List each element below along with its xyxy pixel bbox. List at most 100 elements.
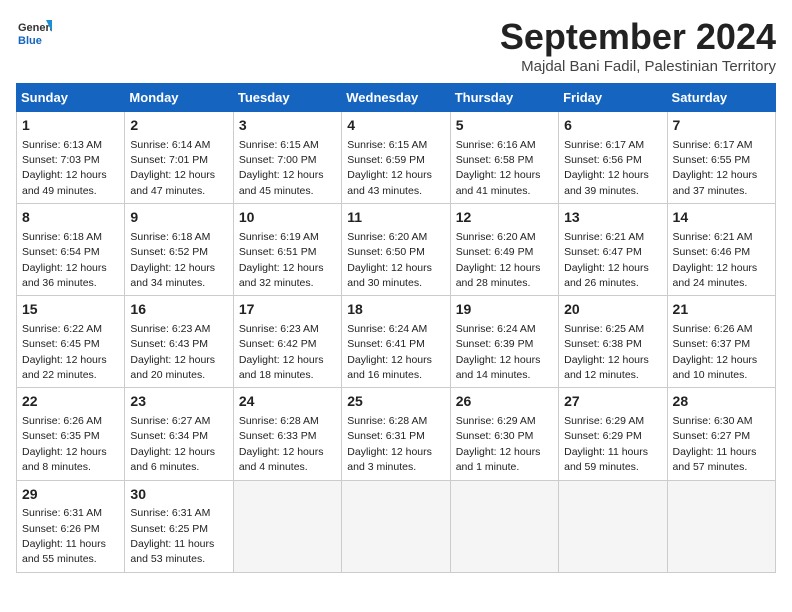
day-info: Sunrise: 6:21 AMSunset: 6:47 PMDaylight:…: [564, 231, 649, 289]
calendar-cell: [342, 480, 450, 572]
calendar-cell: 13 Sunrise: 6:21 AMSunset: 6:47 PMDaylig…: [559, 204, 667, 296]
calendar-cell: 2 Sunrise: 6:14 AMSunset: 7:01 PMDayligh…: [125, 112, 233, 204]
day-info: Sunrise: 6:24 AMSunset: 6:39 PMDaylight:…: [456, 323, 541, 381]
calendar-cell: 7 Sunrise: 6:17 AMSunset: 6:55 PMDayligh…: [667, 112, 775, 204]
day-info: Sunrise: 6:26 AMSunset: 6:35 PMDaylight:…: [22, 415, 107, 473]
logo: General Blue: [16, 16, 52, 52]
day-info: Sunrise: 6:21 AMSunset: 6:46 PMDaylight:…: [673, 231, 758, 289]
day-info: Sunrise: 6:30 AMSunset: 6:27 PMDaylight:…: [673, 415, 757, 473]
calendar-cell: 1 Sunrise: 6:13 AMSunset: 7:03 PMDayligh…: [17, 112, 125, 204]
calendar-cell: 15 Sunrise: 6:22 AMSunset: 6:45 PMDaylig…: [17, 296, 125, 388]
day-header-monday: Monday: [125, 84, 233, 112]
day-number: 2: [130, 116, 227, 136]
day-header-friday: Friday: [559, 84, 667, 112]
calendar-location: Majdal Bani Fadil, Palestinian Territory: [500, 58, 776, 75]
day-number: 25: [347, 392, 444, 412]
day-number: 10: [239, 208, 336, 228]
calendar-cell: 28 Sunrise: 6:30 AMSunset: 6:27 PMDaylig…: [667, 388, 775, 480]
day-number: 21: [673, 300, 770, 320]
calendar-cell: 19 Sunrise: 6:24 AMSunset: 6:39 PMDaylig…: [450, 296, 558, 388]
day-number: 6: [564, 116, 661, 136]
day-header-saturday: Saturday: [667, 84, 775, 112]
calendar-cell: 29 Sunrise: 6:31 AMSunset: 6:26 PMDaylig…: [17, 480, 125, 572]
day-info: Sunrise: 6:25 AMSunset: 6:38 PMDaylight:…: [564, 323, 649, 381]
calendar-cell: 6 Sunrise: 6:17 AMSunset: 6:56 PMDayligh…: [559, 112, 667, 204]
day-info: Sunrise: 6:31 AMSunset: 6:25 PMDaylight:…: [130, 507, 214, 565]
day-number: 7: [673, 116, 770, 136]
calendar-cell: 8 Sunrise: 6:18 AMSunset: 6:54 PMDayligh…: [17, 204, 125, 296]
logo-svg: General Blue: [16, 16, 52, 52]
day-info: Sunrise: 6:18 AMSunset: 6:52 PMDaylight:…: [130, 231, 215, 289]
day-info: Sunrise: 6:14 AMSunset: 7:01 PMDaylight:…: [130, 139, 215, 197]
calendar-cell: 25 Sunrise: 6:28 AMSunset: 6:31 PMDaylig…: [342, 388, 450, 480]
calendar-table: SundayMondayTuesdayWednesdayThursdayFrid…: [16, 83, 776, 573]
calendar-cell: 9 Sunrise: 6:18 AMSunset: 6:52 PMDayligh…: [125, 204, 233, 296]
calendar-cell: 18 Sunrise: 6:24 AMSunset: 6:41 PMDaylig…: [342, 296, 450, 388]
calendar-cell: 30 Sunrise: 6:31 AMSunset: 6:25 PMDaylig…: [125, 480, 233, 572]
calendar-title: September 2024: [500, 16, 776, 58]
day-info: Sunrise: 6:20 AMSunset: 6:49 PMDaylight:…: [456, 231, 541, 289]
day-info: Sunrise: 6:24 AMSunset: 6:41 PMDaylight:…: [347, 323, 432, 381]
day-number: 19: [456, 300, 553, 320]
day-number: 26: [456, 392, 553, 412]
day-number: 16: [130, 300, 227, 320]
calendar-cell: 12 Sunrise: 6:20 AMSunset: 6:49 PMDaylig…: [450, 204, 558, 296]
svg-text:Blue: Blue: [18, 35, 42, 47]
calendar-cell: 14 Sunrise: 6:21 AMSunset: 6:46 PMDaylig…: [667, 204, 775, 296]
day-info: Sunrise: 6:23 AMSunset: 6:43 PMDaylight:…: [130, 323, 215, 381]
day-info: Sunrise: 6:29 AMSunset: 6:30 PMDaylight:…: [456, 415, 541, 473]
day-number: 11: [347, 208, 444, 228]
day-number: 13: [564, 208, 661, 228]
day-number: 29: [22, 485, 119, 505]
calendar-cell: 26 Sunrise: 6:29 AMSunset: 6:30 PMDaylig…: [450, 388, 558, 480]
day-info: Sunrise: 6:31 AMSunset: 6:26 PMDaylight:…: [22, 507, 106, 565]
day-number: 24: [239, 392, 336, 412]
day-number: 22: [22, 392, 119, 412]
day-number: 28: [673, 392, 770, 412]
day-header-wednesday: Wednesday: [342, 84, 450, 112]
day-number: 23: [130, 392, 227, 412]
day-number: 18: [347, 300, 444, 320]
day-info: Sunrise: 6:23 AMSunset: 6:42 PMDaylight:…: [239, 323, 324, 381]
svg-text:General: General: [18, 22, 52, 34]
day-number: 20: [564, 300, 661, 320]
calendar-cell: [667, 480, 775, 572]
day-number: 30: [130, 485, 227, 505]
day-header-thursday: Thursday: [450, 84, 558, 112]
day-info: Sunrise: 6:18 AMSunset: 6:54 PMDaylight:…: [22, 231, 107, 289]
day-info: Sunrise: 6:28 AMSunset: 6:31 PMDaylight:…: [347, 415, 432, 473]
calendar-cell: 21 Sunrise: 6:26 AMSunset: 6:37 PMDaylig…: [667, 296, 775, 388]
calendar-cell: 23 Sunrise: 6:27 AMSunset: 6:34 PMDaylig…: [125, 388, 233, 480]
day-number: 12: [456, 208, 553, 228]
calendar-cell: 17 Sunrise: 6:23 AMSunset: 6:42 PMDaylig…: [233, 296, 341, 388]
day-info: Sunrise: 6:15 AMSunset: 6:59 PMDaylight:…: [347, 139, 432, 197]
day-number: 27: [564, 392, 661, 412]
day-info: Sunrise: 6:29 AMSunset: 6:29 PMDaylight:…: [564, 415, 648, 473]
calendar-cell: 4 Sunrise: 6:15 AMSunset: 6:59 PMDayligh…: [342, 112, 450, 204]
day-header-sunday: Sunday: [17, 84, 125, 112]
calendar-cell: [559, 480, 667, 572]
calendar-cell: [450, 480, 558, 572]
page-header: General Blue September 2024 Majdal Bani …: [16, 16, 776, 75]
day-number: 4: [347, 116, 444, 136]
day-header-tuesday: Tuesday: [233, 84, 341, 112]
calendar-cell: 3 Sunrise: 6:15 AMSunset: 7:00 PMDayligh…: [233, 112, 341, 204]
day-info: Sunrise: 6:15 AMSunset: 7:00 PMDaylight:…: [239, 139, 324, 197]
day-info: Sunrise: 6:27 AMSunset: 6:34 PMDaylight:…: [130, 415, 215, 473]
calendar-cell: 20 Sunrise: 6:25 AMSunset: 6:38 PMDaylig…: [559, 296, 667, 388]
day-info: Sunrise: 6:13 AMSunset: 7:03 PMDaylight:…: [22, 139, 107, 197]
calendar-cell: 22 Sunrise: 6:26 AMSunset: 6:35 PMDaylig…: [17, 388, 125, 480]
day-info: Sunrise: 6:17 AMSunset: 6:55 PMDaylight:…: [673, 139, 758, 197]
day-number: 8: [22, 208, 119, 228]
title-block: September 2024 Majdal Bani Fadil, Palest…: [500, 16, 776, 75]
calendar-cell: 16 Sunrise: 6:23 AMSunset: 6:43 PMDaylig…: [125, 296, 233, 388]
day-number: 3: [239, 116, 336, 136]
day-info: Sunrise: 6:26 AMSunset: 6:37 PMDaylight:…: [673, 323, 758, 381]
day-info: Sunrise: 6:20 AMSunset: 6:50 PMDaylight:…: [347, 231, 432, 289]
day-info: Sunrise: 6:22 AMSunset: 6:45 PMDaylight:…: [22, 323, 107, 381]
day-number: 15: [22, 300, 119, 320]
day-number: 14: [673, 208, 770, 228]
day-info: Sunrise: 6:19 AMSunset: 6:51 PMDaylight:…: [239, 231, 324, 289]
calendar-cell: 5 Sunrise: 6:16 AMSunset: 6:58 PMDayligh…: [450, 112, 558, 204]
calendar-cell: 10 Sunrise: 6:19 AMSunset: 6:51 PMDaylig…: [233, 204, 341, 296]
